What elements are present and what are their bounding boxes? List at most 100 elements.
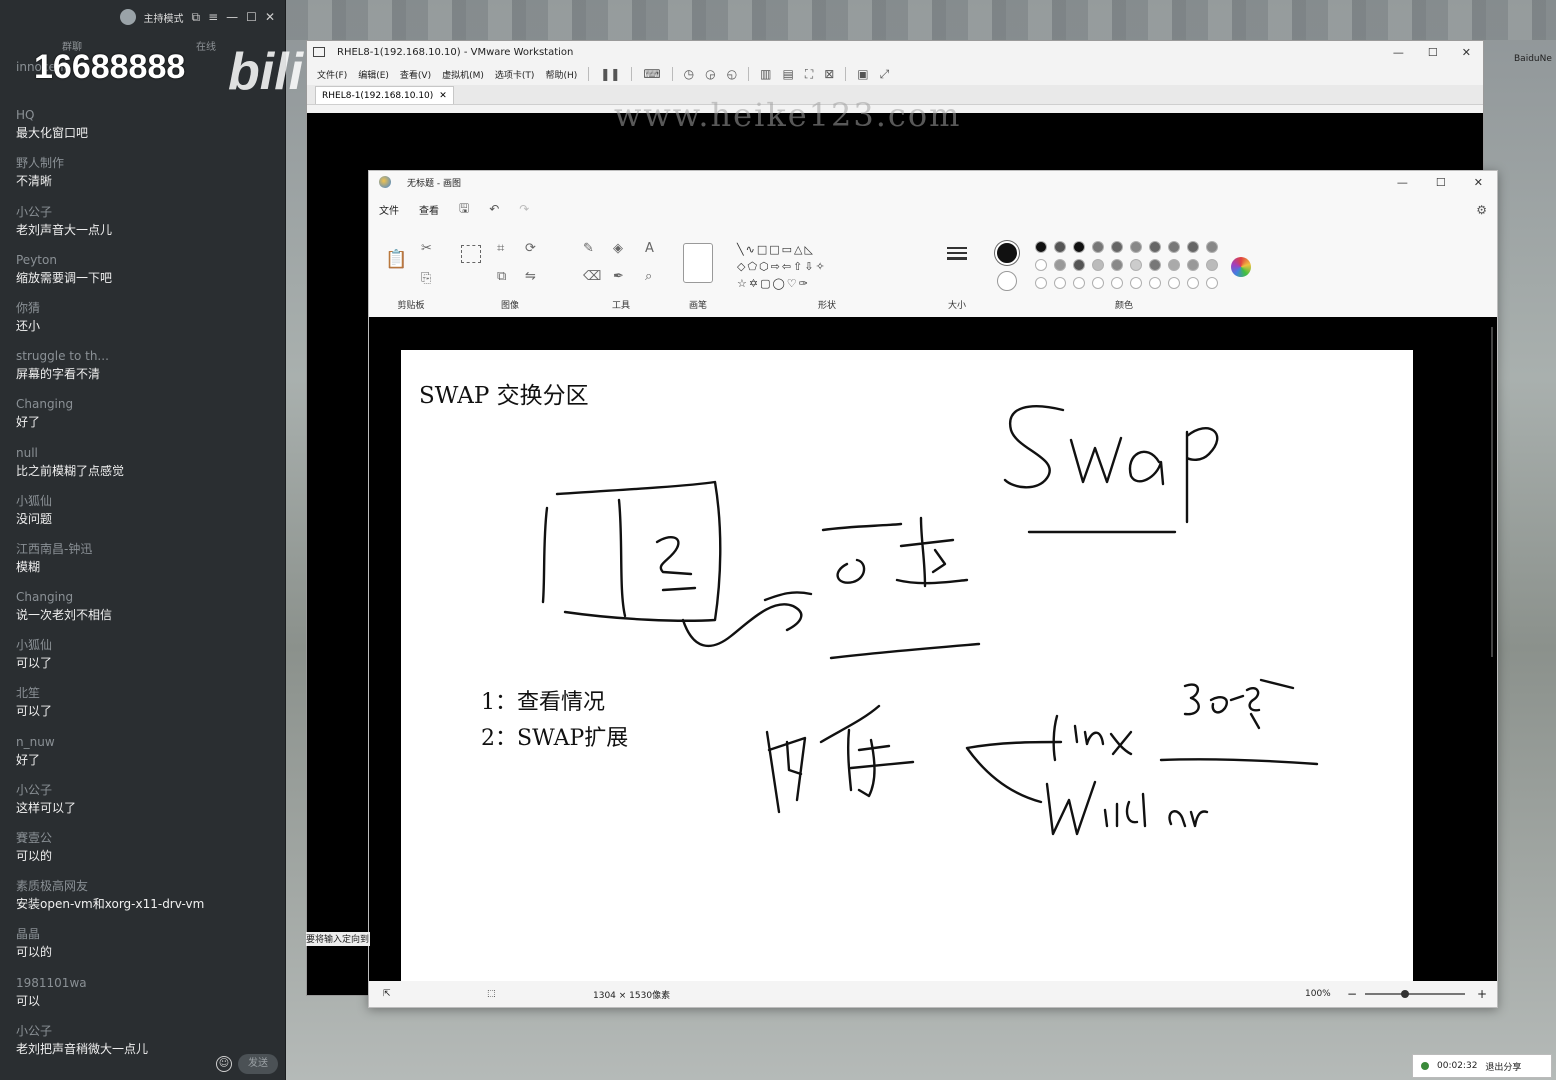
settings-icon[interactable]: ⚙ xyxy=(1476,203,1487,217)
emoji-icon[interactable]: ☺ xyxy=(216,1056,232,1072)
menu-vm[interactable]: 虚拟机(M) xyxy=(442,68,484,81)
message-user: n_nuw xyxy=(16,734,55,749)
vertical-scrollbar[interactable] xyxy=(1491,327,1493,657)
chat-input-row: ☺ 发送 xyxy=(8,1052,278,1076)
chat-message: 江西南昌-钟迅 模糊 xyxy=(16,540,278,588)
minimize-icon[interactable]: — xyxy=(226,10,238,24)
menu-file[interactable]: 文件(F) xyxy=(317,68,347,81)
snapshot-manager-icon[interactable]: ◵ xyxy=(727,67,737,81)
save-icon[interactable]: 🖫 xyxy=(459,199,469,220)
paste-icon[interactable]: 📋 xyxy=(385,249,407,270)
flip-icon[interactable]: ⇋ xyxy=(525,269,536,284)
paint-ribbon: 📋 ✂ ⎘ 剪贴板 ⌗ ⟳ ⧉ ⇋ 图像 ✎ ◈ A ⌫ ✒ ⌕ 工具 画笔 ╲… xyxy=(369,235,1497,317)
message-user: 賽壹公 xyxy=(16,831,53,845)
rotate-icon[interactable]: ⟳ xyxy=(525,241,536,256)
close-icon[interactable]: ✕ xyxy=(1474,176,1483,189)
stretch-icon[interactable]: ⤢ xyxy=(880,67,890,82)
redo-icon[interactable]: ↷ xyxy=(519,202,529,216)
selection-size-icon: ⬚ xyxy=(487,989,496,999)
chat-message: 北笙 可以了 xyxy=(16,684,278,732)
menu-edit[interactable]: 编辑(E) xyxy=(358,68,389,81)
host-avatar xyxy=(119,9,136,25)
vmware-app-icon xyxy=(313,47,325,57)
tab-rhel8[interactable]: RHEL8-1(192.168.10.10) ✕ xyxy=(315,86,454,104)
cut-icon[interactable]: ✂ xyxy=(421,241,432,256)
watermark: www.heike123.com xyxy=(614,96,962,134)
send-keys-icon[interactable]: ⌨ xyxy=(643,67,660,81)
zoom-slider-thumb[interactable] xyxy=(1401,990,1409,998)
undo-icon[interactable]: ↶ xyxy=(489,202,499,216)
bilibili-logo: bili xyxy=(228,43,304,101)
pencil-icon[interactable]: ✎ xyxy=(583,241,594,256)
message-user: HQ xyxy=(16,108,35,123)
zoom-level[interactable]: 100% xyxy=(1305,989,1331,999)
fullscreen-icon[interactable]: ⛶ xyxy=(805,67,813,82)
desktop-icon-label[interactable]: BaiduNe xyxy=(1514,54,1552,64)
minimize-icon[interactable]: — xyxy=(1397,176,1408,189)
message-user: 野人制作 xyxy=(16,156,65,171)
tab-online[interactable]: 在线 xyxy=(196,38,216,53)
resize-icon[interactable]: ⧉ xyxy=(497,269,506,284)
exit-share-button[interactable]: 退出分享 xyxy=(1485,1060,1521,1073)
menu-icon[interactable]: ≡ xyxy=(208,10,218,24)
chat-message: 1981101wa 可以 xyxy=(16,974,278,1022)
snapshot-icon[interactable]: ◷ xyxy=(684,67,694,81)
menu-file[interactable]: 文件 xyxy=(379,202,399,217)
message-user: Changing xyxy=(16,397,74,412)
text-icon[interactable]: A xyxy=(645,241,654,256)
close-tab-icon[interactable]: ✕ xyxy=(439,91,447,101)
overlay-room-number: 16688888 xyxy=(34,48,186,86)
color-picker-icon[interactable]: ✒ xyxy=(613,269,624,284)
close-icon[interactable]: ✕ xyxy=(1462,46,1471,59)
message-text: 可以的 xyxy=(16,849,53,863)
message-user: 小狐仙 xyxy=(16,493,53,508)
zoom-out-icon[interactable]: − xyxy=(1347,987,1357,1001)
revert-snapshot-icon[interactable]: ◶ xyxy=(705,67,715,81)
menu-view[interactable]: 查看(V) xyxy=(400,68,431,81)
copy-icon[interactable]: ⎘ xyxy=(421,271,431,286)
console-icon[interactable]: ▣ xyxy=(857,67,868,81)
library-icon[interactable]: ▥ xyxy=(760,67,771,81)
thumbnail-icon[interactable]: ▤ xyxy=(782,67,793,81)
chat-message: struggle to th... 屏幕的字看不清 xyxy=(16,347,278,395)
select-icon[interactable] xyxy=(461,245,481,263)
group-label: 形状 xyxy=(817,301,836,311)
message-text: 这样可以了 xyxy=(16,800,77,815)
external-link-icon[interactable]: ⧉ xyxy=(192,10,201,25)
message-user: 江西南昌-钟迅 xyxy=(16,541,93,556)
chat-topbar: 主持模式 ⧉ ≡ — ☐ ✕ xyxy=(0,0,285,34)
fill-icon[interactable]: ◈ xyxy=(613,241,623,256)
colors-group: 颜色 xyxy=(989,235,1259,317)
message-text: 说一次老刘不相信 xyxy=(16,608,113,623)
message-text: 好了 xyxy=(16,415,41,430)
maximize-icon[interactable]: ☐ xyxy=(1436,176,1446,189)
send-button[interactable]: 发送 xyxy=(238,1054,278,1074)
crop-icon[interactable]: ⌗ xyxy=(497,241,504,256)
menu-help[interactable]: 帮助(H) xyxy=(545,68,577,81)
message-text: 比之前模糊了点感觉 xyxy=(16,463,125,478)
menu-tabs[interactable]: 选项卡(T) xyxy=(495,68,535,81)
drawing-canvas[interactable]: SWAP 交换分区 1：查看情况 2：SWAP扩展 xyxy=(401,350,1413,983)
maximize-icon[interactable]: ☐ xyxy=(246,10,257,24)
message-user: 你猜 xyxy=(16,300,41,315)
maximize-icon[interactable]: ☐ xyxy=(1428,46,1438,59)
zoom-slider[interactable] xyxy=(1365,993,1465,995)
zoom-in-icon[interactable]: + xyxy=(1477,987,1487,1001)
chat-message: Peyton 缩放需要调一下吧 xyxy=(16,251,278,299)
message-user: 1981101wa xyxy=(16,975,87,990)
brush-icon[interactable] xyxy=(683,243,713,283)
pointer-position-icon: ⇱ xyxy=(383,989,391,999)
group-label: 图像 xyxy=(500,301,519,311)
shapes-group: 形状 xyxy=(729,235,925,317)
close-icon[interactable]: ✕ xyxy=(265,10,275,24)
chat-message: 賽壹公 可以的 xyxy=(16,829,278,877)
message-text: 老刘声音大一点儿 xyxy=(16,222,113,237)
pause-icon[interactable]: ❚❚ xyxy=(600,67,620,81)
unity-icon[interactable]: ⊠ xyxy=(824,67,834,81)
message-text: 缩放需要调一下吧 xyxy=(16,270,113,285)
magnifier-icon[interactable]: ⌕ xyxy=(645,269,652,284)
minimize-icon[interactable]: — xyxy=(1393,46,1404,59)
menu-view[interactable]: 查看 xyxy=(419,202,439,217)
eraser-icon[interactable]: ⌫ xyxy=(583,269,601,284)
message-user: 小公子 xyxy=(16,204,53,219)
